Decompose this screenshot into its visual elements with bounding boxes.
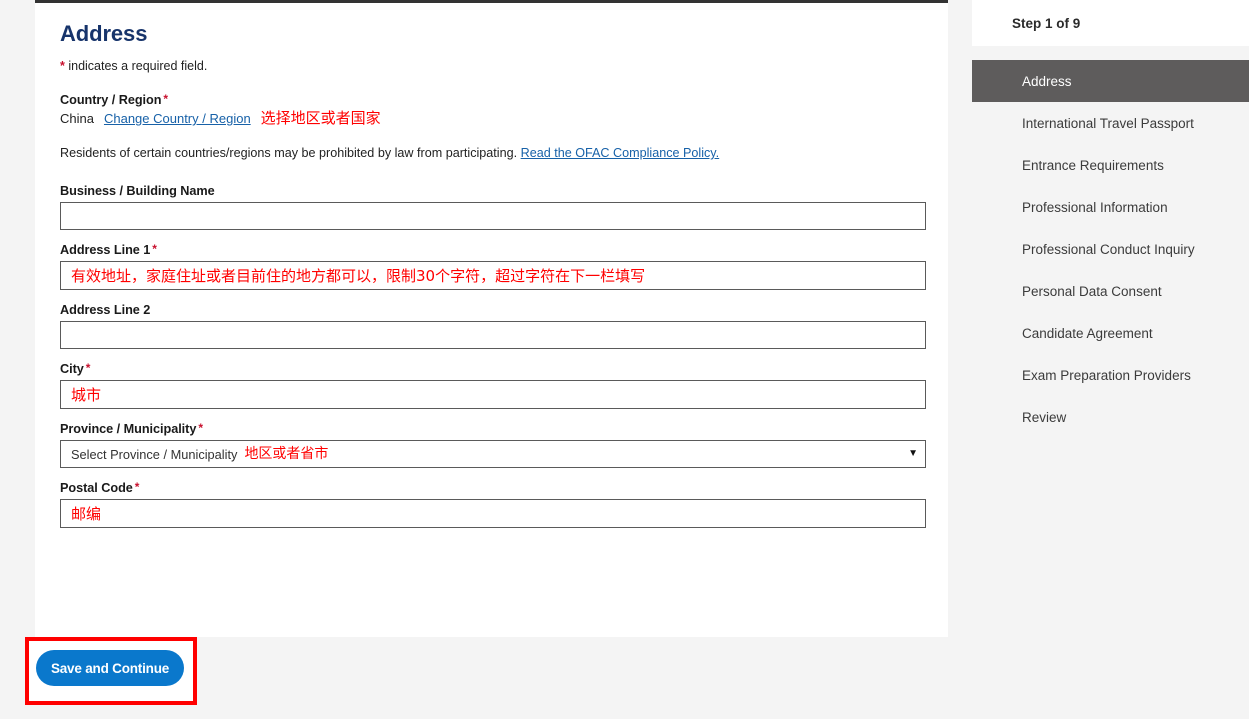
address-line-2-input[interactable] [60,321,926,349]
ofac-compliance-policy-link[interactable]: Read the OFAC Compliance Policy. [521,146,720,160]
sidebar-item-label: Candidate Agreement [1022,325,1153,341]
province-annotation: 地区或者省市 [244,446,329,462]
required-asterisk: * [163,92,169,106]
sidebar-item-label: International Travel Passport [1022,115,1194,131]
sidebar-item-label: Professional Conduct Inquiry [1022,241,1195,257]
address-line-1-field: Address Line 1 * [60,242,926,290]
postal-code-label: Postal Code * [60,480,922,495]
required-asterisk: * [134,480,140,494]
sidebar-item-professional-information[interactable]: Professional Information [972,186,1249,228]
province-municipality-select[interactable]: Select Province / Municipality 地区或者省市 [60,440,926,468]
country-value: China [60,111,94,126]
page-root: Address * indicates a required field. Co… [0,0,1249,719]
postal-code-input[interactable] [60,499,926,528]
step-sidebar: Step 1 of 9 Address International Travel … [972,0,1249,719]
address-line-1-label: Address Line 1 * [60,242,922,257]
required-asterisk: * [152,242,157,256]
province-municipality-field: Province / Municipality * Select Province… [60,421,926,468]
country-annotation: 选择地区或者国家 [260,109,381,127]
business-building-name-label: Business / Building Name [60,184,215,198]
sidebar-item-international-travel-passport[interactable]: International Travel Passport [972,102,1249,144]
business-building-name-input[interactable] [60,202,926,230]
business-building-name-field: Business / Building Name [60,184,926,230]
postal-code-field: Postal Code * [60,480,926,528]
province-municipality-label-text: Province / Municipality [60,422,197,436]
sidebar-item-label: Review [1022,409,1067,425]
sidebar-item-label: Address [1022,73,1072,89]
country-region-label-text: Country / Region [60,93,162,107]
sidebar-item-review[interactable]: Review [972,396,1249,438]
change-country-region-link[interactable]: Change Country / Region [104,111,251,126]
country-region-label: Country / Region * [60,92,922,107]
ofac-notice: Residents of certain countries/regions m… [60,146,922,160]
sidebar-item-professional-conduct-inquiry[interactable]: Professional Conduct Inquiry [972,228,1249,270]
sidebar-item-label: Professional Information [1022,199,1168,215]
chevron-down-icon: ▼ [908,448,918,459]
sidebar-item-candidate-agreement[interactable]: Candidate Agreement [972,312,1249,354]
required-asterisk: * [85,361,91,375]
address-line-1-label-text: Address Line 1 [60,243,151,257]
ofac-notice-text: Residents of certain countries/regions m… [60,146,521,160]
province-municipality-select-wrap: Select Province / Municipality 地区或者省市 ▼ [60,440,926,468]
sidebar-item-personal-data-consent[interactable]: Personal Data Consent [972,270,1249,312]
province-municipality-label: Province / Municipality * [60,421,922,436]
country-region-row: China Change Country / Region 选择地区或者国家 [60,109,922,127]
page-title: Address [60,21,148,46]
address-line-2-label: Address Line 2 [60,303,151,317]
required-note-text: indicates a required field. [64,59,208,73]
save-and-continue-button[interactable]: Save and Continue [36,650,184,686]
sidebar-item-label: Exam Preparation Providers [1022,367,1191,383]
required-asterisk: * [198,421,203,435]
sidebar-item-entrance-requirements[interactable]: Entrance Requirements [972,144,1249,186]
sidebar-item-label: Personal Data Consent [1022,283,1162,299]
address-form-card: Address * indicates a required field. Co… [35,0,948,637]
city-label-text: City [60,362,84,376]
sidebar-item-label: Entrance Requirements [1022,157,1164,173]
sidebar-item-exam-preparation-providers[interactable]: Exam Preparation Providers [972,354,1249,396]
postal-code-label-text: Postal Code [60,481,133,495]
sidebar-item-address[interactable]: Address [972,60,1249,102]
address-line-1-input[interactable] [60,261,926,290]
city-label: City * [60,361,922,376]
city-input[interactable] [60,380,926,409]
sidebar-nav-list: Address International Travel Passport Entr… [972,46,1249,719]
sidebar-header: Step 1 of 9 [972,0,1249,46]
required-field-note: * indicates a required field. [60,59,922,73]
step-indicator: Step 1 of 9 [1012,15,1081,31]
province-municipality-selected-value: Select Province / Municipality [71,446,238,462]
address-line-2-field: Address Line 2 [60,303,926,349]
city-field: City * [60,361,926,409]
